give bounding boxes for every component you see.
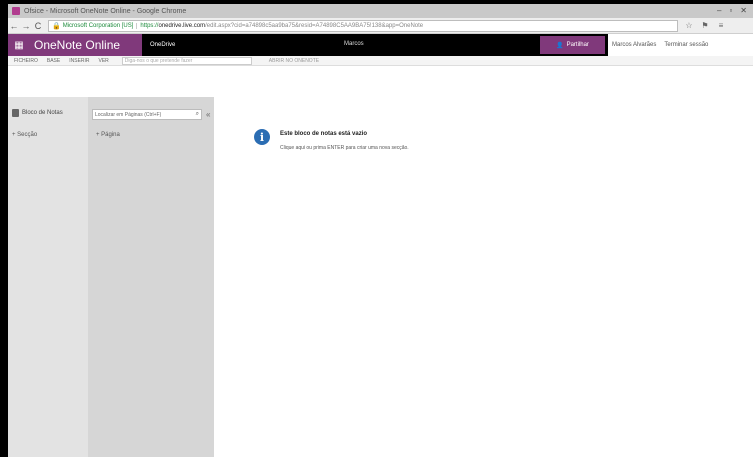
tab-insert[interactable]: INSERIR [69, 58, 89, 64]
app-launcher-icon[interactable]: ▦ [8, 34, 30, 56]
search-icon: ⌕ [195, 111, 199, 117]
info-icon: i [254, 129, 270, 145]
sections-pane [8, 97, 88, 457]
url-input[interactable]: 🔒 Microsoft Corporation [US] https:// on… [48, 19, 678, 32]
app-header: ▦ OneNote Online OneDrive Marcos 👤 Parti… [8, 34, 753, 56]
address-bar: ← → C 🔒 Microsoft Corporation [US] https… [8, 18, 753, 34]
chrome-menu-icon[interactable]: ≡ [716, 21, 726, 31]
close-button[interactable]: ✕ [740, 6, 747, 15]
tab-home[interactable]: BASE [47, 58, 60, 64]
screen: Ofsice - Microsoft OneNote Online - Goog… [8, 4, 753, 457]
open-in-onenote-button[interactable]: ABRIR NO ONENOTE [269, 58, 319, 64]
pages-pane [88, 97, 214, 457]
url-path: /edit.aspx?cid=a74898c5aa9ba75&resid=A74… [205, 22, 424, 29]
add-section-button[interactable]: + Secção [12, 132, 37, 138]
forward-button[interactable]: → [20, 21, 32, 31]
back-to-notebooks-label: Bloco de Notas [22, 110, 63, 116]
url-host: onedrive.live.com [158, 22, 206, 29]
collapse-pane-button[interactable]: « [206, 110, 210, 119]
back-to-notebooks[interactable]: Bloco de Notas [8, 109, 88, 117]
url-scheme: https:// [140, 22, 159, 29]
add-page-button[interactable]: + Página [96, 132, 120, 138]
page-canvas[interactable]: i Este bloco de notas está vazio Clique … [214, 97, 753, 457]
pages-search-input[interactable]: Localizar em Páginas (Ctrl+F) ⌕ [92, 109, 202, 120]
extension-icon[interactable]: ⚑ [700, 21, 710, 31]
sign-out-link[interactable]: Terminar sessão [664, 42, 708, 48]
browser-titlebar: Ofsice - Microsoft OneNote Online - Goog… [8, 4, 753, 18]
user-icon: 👤 [556, 42, 564, 49]
window-controls: – ▫ ✕ [717, 6, 747, 15]
tab-file[interactable]: FICHEIRO [14, 58, 38, 64]
ssl-identity: Microsoft Corporation [US] [63, 22, 138, 29]
notebook-title: Marcos [344, 41, 364, 47]
bookmark-star-icon[interactable]: ☆ [684, 21, 694, 31]
breadcrumb-onedrive[interactable]: OneDrive [150, 42, 175, 48]
window-title: Ofsice - Microsoft OneNote Online - Goog… [24, 7, 187, 15]
back-button[interactable]: ← [8, 21, 20, 31]
empty-notebook-title: Este bloco de notas está vazio [280, 131, 368, 137]
notebook-icon [12, 109, 19, 117]
tab-view[interactable]: VER [99, 58, 109, 64]
minimize-button[interactable]: – [717, 6, 721, 15]
pages-search-placeholder: Localizar em Páginas (Ctrl+F) [95, 111, 162, 118]
user-name-link[interactable]: Marcos Alvarães [612, 42, 656, 48]
tell-me-input[interactable]: Diga-nos o que pretende fazer [121, 56, 252, 65]
share-label: Partilhar [566, 42, 589, 48]
maximize-button[interactable]: ▫ [729, 6, 732, 15]
app-brand[interactable]: OneNote Online [30, 34, 142, 56]
share-button[interactable]: 👤 Partilhar [540, 36, 605, 54]
header-links: Marcos Alvarães Terminar sessão [608, 34, 753, 56]
ribbon-tabs: FICHEIRO BASE INSERIR VER Diga-nos o que… [8, 56, 753, 66]
onenote-favicon-icon [12, 7, 20, 15]
reload-button[interactable]: C [32, 21, 44, 31]
empty-notebook-hint[interactable]: Clique aqui ou prima ENTER para criar um… [280, 145, 409, 151]
lock-icon: 🔒 [52, 22, 61, 30]
